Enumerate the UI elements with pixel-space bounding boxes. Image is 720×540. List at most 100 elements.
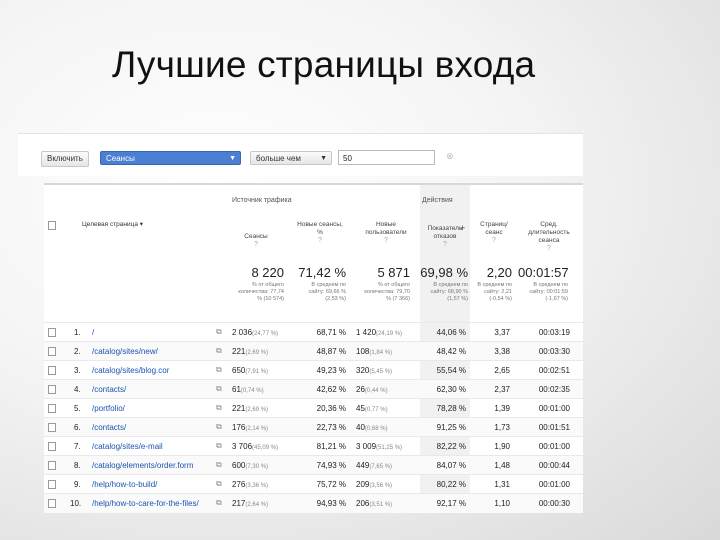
col-header-avg-duration[interactable]: Сред. длительность сеанса?	[520, 221, 578, 253]
page-link[interactable]: /contacts/	[92, 423, 207, 432]
row-checkbox[interactable]	[48, 385, 56, 394]
new-users-pct: (0,77 %)	[364, 407, 388, 413]
total-duration-note: В среднем по сайту: 00:01:59 (-1,67 %)	[529, 282, 568, 302]
row-checkbox[interactable]	[48, 442, 56, 451]
row-checkbox[interactable]	[48, 499, 56, 508]
help-icon: ?	[384, 237, 388, 244]
table-row[interactable]: 10. /help/how-to-care-for-the-files/ ⧉ 2…	[44, 493, 583, 513]
col-header-pages-per-session[interactable]: Страниц/сеанс?	[474, 221, 514, 245]
col-pps-label: Страниц/сеанс	[480, 221, 508, 236]
pps-value: 2,37	[494, 385, 510, 394]
table-row[interactable]: 9. /help/how-to-build/ ⧉ 276(3,36 %) 75,…	[44, 474, 583, 494]
select-all-checkbox[interactable]	[48, 221, 56, 230]
table-row[interactable]: 5. /portfolio/ ⧉ 221(2,69 %) 20,36 % 45(…	[44, 398, 583, 418]
new-users-pct: (0,68 %)	[364, 426, 388, 432]
new-users-pct: (3,56 %)	[369, 483, 393, 489]
col-sessions-label: Сеансы	[244, 233, 268, 240]
page-link[interactable]: /help/how-to-care-for-the-files/	[92, 499, 207, 508]
bounce-value: 55,54 %	[436, 366, 466, 375]
new-sessions-value: 22,73 %	[316, 423, 346, 432]
dimension-select[interactable]: Сеансы ▼	[100, 151, 241, 165]
filter-value-input[interactable]: 50	[338, 150, 435, 165]
chevron-down-icon: ▾	[139, 221, 144, 228]
open-page-icon[interactable]: ⧉	[216, 327, 222, 337]
col-bounce-label: Показатель отказов	[427, 225, 463, 240]
open-page-icon[interactable]: ⧉	[216, 498, 222, 508]
open-page-icon[interactable]: ⧉	[216, 460, 222, 470]
new-users-value: 26	[356, 385, 365, 394]
include-dropdown[interactable]: Включить	[41, 151, 89, 167]
page-link[interactable]: /contacts/	[92, 385, 207, 394]
table-row[interactable]: 6. /contacts/ ⧉ 176(2,14 %) 22,73 % 40(0…	[44, 417, 583, 437]
duration-value: 00:01:00	[538, 480, 570, 489]
open-page-icon[interactable]: ⧉	[216, 365, 222, 375]
row-checkbox[interactable]	[48, 480, 56, 489]
open-page-icon[interactable]: ⧉	[216, 422, 222, 432]
bounce-value: 82,22 %	[436, 442, 466, 451]
duration-value: 00:02:51	[538, 366, 570, 375]
row-checkbox[interactable]	[48, 366, 56, 375]
total-new-users-note: % от общего количества: 79,70 % (7 366)	[364, 282, 410, 302]
total-avg-duration: 00:01:57	[518, 265, 569, 280]
sessions-value: 61	[232, 385, 241, 394]
help-icon: ?	[547, 245, 551, 252]
new-users-value: 1 420	[356, 328, 377, 337]
row-number: 7.	[74, 442, 81, 451]
page-link[interactable]: /	[92, 328, 207, 337]
table-row[interactable]: 4. /contacts/ ⧉ 61(0,74 %) 42,62 % 26(0,…	[44, 379, 583, 399]
row-checkbox[interactable]	[48, 328, 56, 337]
include-label: Включить	[47, 154, 83, 163]
slide-title: Лучшие страницы входа	[112, 44, 536, 85]
open-page-icon[interactable]: ⧉	[216, 384, 222, 394]
sessions-value: 600	[232, 461, 246, 470]
row-checkbox[interactable]	[48, 423, 56, 432]
bounce-value: 80,22 %	[436, 480, 466, 489]
col-header-new-users[interactable]: Новые пользователи?	[360, 221, 412, 245]
total-bounce-note: В среднем по сайту: 68,90 % (1,57 %)	[430, 282, 468, 302]
row-number: 9.	[74, 480, 81, 489]
new-sessions-value: 20,36 %	[316, 404, 346, 413]
row-number: 10.	[70, 499, 82, 508]
help-icon: ?	[318, 237, 322, 244]
open-page-icon[interactable]: ⧉	[216, 479, 222, 489]
col-header-new-sessions[interactable]: Новые сеансы, %?	[294, 221, 346, 245]
page-link[interactable]: /help/how-to-build/	[92, 480, 207, 489]
open-page-icon[interactable]: ⧉	[216, 346, 222, 356]
operator-select[interactable]: больше чем ▼	[250, 151, 332, 165]
new-sessions-value: 49,23 %	[316, 366, 346, 375]
total-sessions: 8 220	[251, 265, 284, 280]
col-header-page[interactable]: Целевая страница ▾	[82, 221, 143, 229]
pps-value: 3,37	[494, 328, 510, 337]
open-page-icon[interactable]: ⧉	[216, 403, 222, 413]
page-link[interactable]: /catalog/sites/e-mail	[92, 442, 207, 451]
sessions-pct: (3,36 %)	[245, 483, 269, 489]
table-row[interactable]: 2. /catalog/sites/new/ ⧉ 221(2,69 %) 48,…	[44, 341, 583, 361]
table-row[interactable]: 8. /catalog/elements/order.form ⧉ 600(7,…	[44, 455, 583, 475]
row-number: 5.	[74, 404, 81, 413]
col-page-label: Целевая страница	[82, 221, 138, 228]
bounce-value: 48,42 %	[436, 347, 466, 356]
row-checkbox[interactable]	[48, 404, 56, 413]
page-link[interactable]: /portfolio/	[92, 404, 207, 413]
row-checkbox[interactable]	[48, 461, 56, 470]
remove-filter-icon[interactable]: ⊗	[446, 151, 454, 162]
page-link[interactable]: /catalog/sites/blog.cor	[92, 366, 207, 375]
new-users-value: 206	[356, 499, 370, 508]
page-link[interactable]: /catalog/sites/new/	[92, 347, 207, 356]
col-header-sessions[interactable]: Сеансы?	[234, 233, 278, 249]
total-bounce: 69,98 %	[420, 265, 468, 280]
sessions-value: 276	[232, 480, 246, 489]
table-row[interactable]: 1. / ⧉ 2 036(24,77 %) 68,71 % 1 420(24,1…	[44, 322, 583, 342]
table-row[interactable]: 3. /catalog/sites/blog.cor ⧉ 650(7,91 %)…	[44, 360, 583, 380]
new-users-value: 209	[356, 480, 370, 489]
table-row[interactable]: 7. /catalog/sites/e-mail ⧉ 3 706(45,09 %…	[44, 436, 583, 456]
new-sessions-value: 74,93 %	[316, 461, 346, 470]
operator-select-value: больше чем	[256, 154, 301, 163]
new-users-pct: (7,65 %)	[369, 464, 393, 470]
new-users-pct: (3,51 %)	[369, 502, 393, 508]
add-metric-icon[interactable]: +	[460, 223, 465, 233]
page-link[interactable]: /catalog/elements/order.form	[92, 461, 207, 470]
row-checkbox[interactable]	[48, 347, 56, 356]
sessions-pct: (2,14 %)	[245, 426, 269, 432]
open-page-icon[interactable]: ⧉	[216, 441, 222, 451]
